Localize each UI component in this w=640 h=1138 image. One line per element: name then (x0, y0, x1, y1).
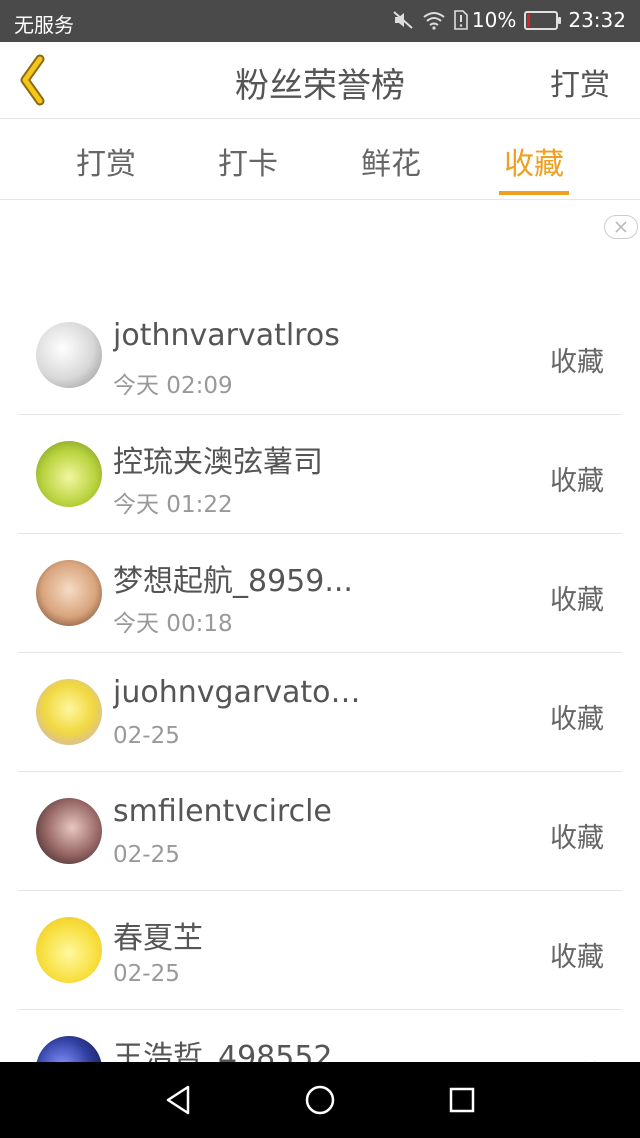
home-circle-icon (305, 1085, 335, 1115)
user-name: 控琉夹澳弦薯司 (113, 445, 323, 480)
back-triangle-icon (166, 1085, 190, 1115)
recents-square-icon (449, 1087, 475, 1113)
system-recents-button[interactable] (444, 1082, 480, 1118)
wifi-icon (422, 10, 446, 30)
system-back-button[interactable] (160, 1082, 196, 1118)
tab-favorites[interactable]: 收藏 (479, 119, 589, 199)
tab-bar: 打赏 打卡 鲜花 收藏 (0, 119, 640, 200)
action-label: 收藏 (550, 466, 604, 497)
tab-label: 鲜花 (361, 147, 421, 182)
status-bar: 无服务 10% 23:32 (0, 0, 640, 42)
timestamp: 02-25 (113, 961, 180, 987)
avatar (36, 441, 102, 507)
timestamp: 今天 00:18 (113, 611, 233, 637)
battery-percent: 10% (471, 8, 517, 32)
action-label: 收藏 (550, 347, 604, 378)
page-title: 粉丝荣誉榜 (235, 66, 405, 106)
nav-bar: 粉丝荣誉榜 打赏 (0, 42, 640, 119)
user-name: 春夏芏 (113, 921, 203, 956)
timestamp: 今天 02:09 (113, 373, 233, 399)
list-item[interactable]: juohnvgarvaton... 02-25 收藏 (0, 653, 640, 772)
tab-label: 打赏 (76, 147, 136, 182)
system-nav-bar (0, 1062, 640, 1138)
battery-icon (524, 10, 562, 30)
list-item[interactable]: 春夏芏 02-25 收藏 (0, 891, 640, 1010)
user-name: smfilentvcircle (113, 794, 332, 829)
fan-list: jothnvarvatlros 今天 02:09 收藏 控琉夹澳弦薯司 今天 0… (0, 296, 640, 1129)
mute-icon (392, 10, 414, 30)
status-icons: 10% 23:32 (384, 8, 626, 32)
user-name: juohnvgarvaton... (113, 675, 363, 710)
tab-reward[interactable]: 打赏 (51, 119, 161, 199)
list-item[interactable]: jothnvarvatlros 今天 02:09 收藏 (0, 296, 640, 415)
active-tab-indicator (499, 191, 569, 195)
avatar (36, 322, 102, 388)
avatar (36, 798, 102, 864)
list-item[interactable]: 控琉夹澳弦薯司 今天 01:22 收藏 (0, 415, 640, 534)
action-label: 收藏 (550, 942, 604, 973)
close-icon (615, 221, 627, 233)
list-item[interactable]: 梦想起航_8959... 今天 00:18 收藏 (0, 534, 640, 653)
close-button[interactable] (604, 215, 638, 239)
tab-checkin[interactable]: 打卡 (193, 119, 303, 199)
tab-label: 打卡 (218, 147, 278, 182)
clock: 23:32 (568, 8, 626, 32)
action-label: 收藏 (550, 585, 604, 616)
sim-alert-icon (454, 10, 468, 30)
battery-level (527, 13, 531, 27)
system-home-button[interactable] (302, 1082, 338, 1118)
action-label: 收藏 (550, 823, 604, 854)
tab-label: 收藏 (504, 147, 564, 182)
avatar (36, 679, 102, 745)
list-item[interactable]: smfilentvcircle 02-25 收藏 (0, 772, 640, 891)
user-name: jothnvarvatlros (113, 318, 340, 353)
reward-button[interactable]: 打赏 (550, 60, 610, 104)
timestamp: 02-25 (113, 842, 180, 868)
timestamp: 02-25 (113, 723, 180, 749)
avatar (36, 917, 102, 983)
avatar (36, 560, 102, 626)
timestamp: 今天 01:22 (113, 492, 233, 518)
carrier-label: 无服务 (14, 13, 74, 37)
action-label: 收藏 (550, 704, 604, 735)
tab-flowers[interactable]: 鲜花 (336, 119, 446, 199)
user-name: 梦想起航_8959... (113, 564, 353, 599)
